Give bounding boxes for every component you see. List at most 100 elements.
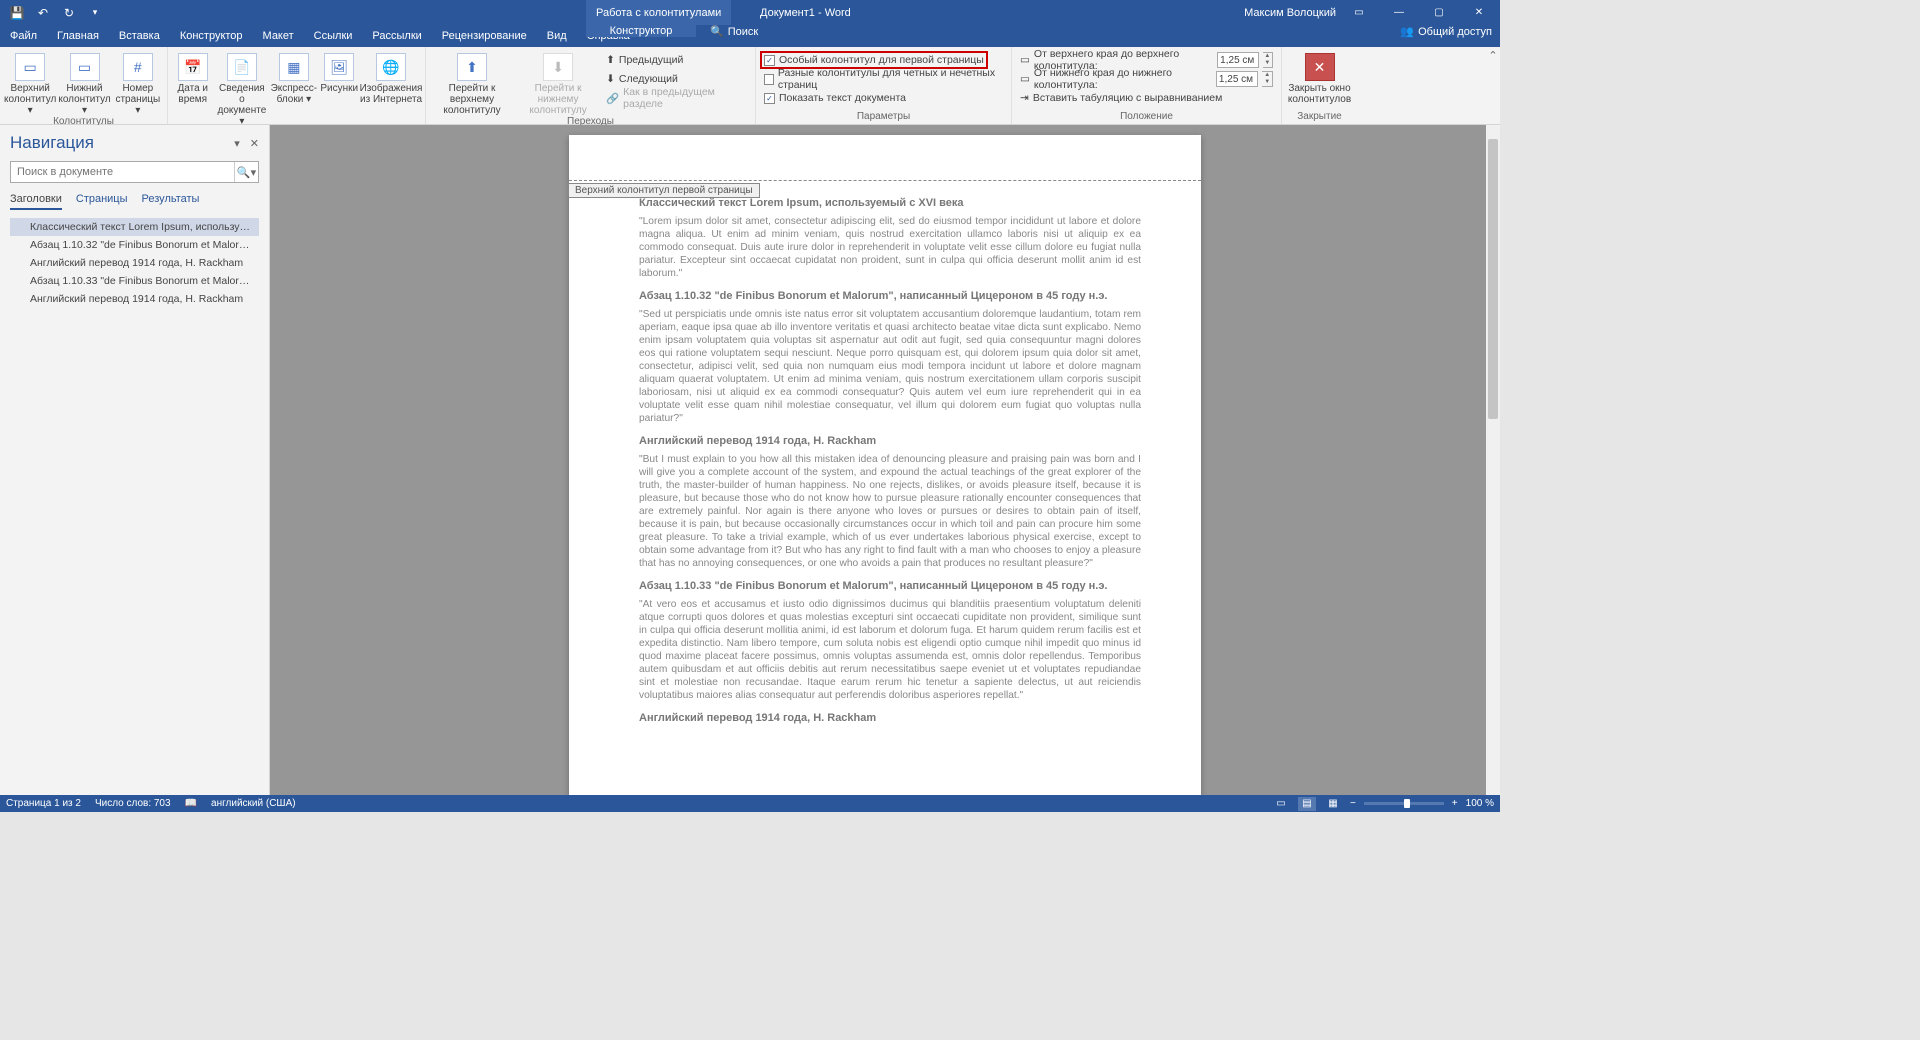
checkbox-icon: [764, 74, 774, 85]
close-icon[interactable]: ✕: [1462, 0, 1496, 25]
zoom-out-icon[interactable]: −: [1350, 798, 1356, 809]
qat-more-icon[interactable]: ▾: [84, 3, 106, 23]
status-page[interactable]: Страница 1 из 2: [6, 798, 81, 809]
tab-design[interactable]: Конструктор: [170, 25, 253, 47]
footer-from-bottom[interactable]: ▭От нижнего края до нижнего колонтитула:…: [1016, 70, 1277, 88]
nav-dropdown-icon[interactable]: ▾: [234, 137, 240, 150]
show-doc-checkbox[interactable]: Показать текст документа: [760, 89, 910, 107]
spinner[interactable]: ▲▼: [1262, 71, 1273, 87]
zoom-slider[interactable]: [1364, 802, 1444, 805]
nav-item[interactable]: Английский перевод 1914 года, H. Rackham: [10, 290, 259, 308]
search-icon: 🔍: [710, 25, 724, 38]
docinfo-button[interactable]: 📄Сведения о документе ▾: [215, 49, 268, 127]
page[interactable]: Верхний колонтитул первой страницы Класс…: [569, 135, 1201, 795]
window-title: Документ1 - Word: [760, 7, 851, 19]
prev-icon: ⬆: [606, 54, 615, 66]
heading: Английский перевод 1914 года, H. Rackham: [639, 712, 1141, 724]
tab-mailings[interactable]: Рассылки: [362, 25, 431, 47]
save-icon[interactable]: 💾: [6, 3, 28, 23]
spellcheck-icon[interactable]: 📖: [185, 798, 197, 809]
nav-item[interactable]: Абзац 1.10.33 "de Finibus Bonorum et Mal…: [10, 272, 259, 290]
paragraph: "Sed ut perspiciatis unde omnis iste nat…: [639, 308, 1141, 425]
group-label: Параметры: [760, 111, 1007, 124]
title-bar: 💾 ↶ ↻ ▾ Работа с колонтитулами Документ1…: [0, 0, 1500, 25]
context-tab-hf: Работа с колонтитулами: [586, 0, 732, 25]
nav-tab-results[interactable]: Результаты: [142, 193, 200, 210]
maximize-icon[interactable]: ▢: [1422, 0, 1456, 25]
datetime-button[interactable]: 📅Дата и время: [172, 49, 213, 105]
header-boundary: [569, 180, 1201, 181]
undo-icon[interactable]: ↶: [32, 3, 54, 23]
group-label: Закрытие: [1286, 111, 1353, 124]
odd-even-checkbox[interactable]: Разные колонтитулы для четных и нечетных…: [760, 70, 1007, 88]
next-icon: ⬇: [606, 73, 615, 85]
paragraph: "Lorem ipsum dolor sit amet, consectetur…: [639, 215, 1141, 280]
group-label: Положение: [1016, 111, 1277, 124]
search-icon[interactable]: 🔍▾: [234, 162, 258, 182]
redo-icon[interactable]: ↻: [58, 3, 80, 23]
checkbox-icon: [764, 93, 775, 104]
minimize-icon[interactable]: —: [1382, 0, 1416, 25]
nav-item[interactable]: Абзац 1.10.32 "de Finibus Bonorum et Mal…: [10, 236, 259, 254]
tab-icon: ⇥: [1020, 92, 1029, 104]
web-layout-icon[interactable]: ▦: [1324, 797, 1342, 811]
share-button[interactable]: 👥 Общий доступ: [1400, 25, 1492, 38]
nav-tab-pages[interactable]: Страницы: [76, 193, 128, 210]
pagenum-button[interactable]: #Номер страницы ▾: [113, 49, 163, 116]
nav-headings-list: Классический текст Lorem Ipsum, использу…: [10, 218, 259, 787]
heading: Классический текст Lorem Ipsum, использу…: [639, 197, 1141, 209]
link-previous-button: 🔗Как в предыдущем разделе: [602, 89, 751, 107]
status-words[interactable]: Число слов: 703: [95, 798, 171, 809]
quickparts-button[interactable]: ▦Экспресс- блоки ▾: [270, 49, 317, 105]
tab-references[interactable]: Ссылки: [304, 25, 363, 47]
vertical-scrollbar[interactable]: [1486, 125, 1500, 795]
document-area[interactable]: Верхний колонтитул первой страницы Класс…: [270, 125, 1500, 795]
scroll-thumb[interactable]: [1488, 139, 1498, 419]
goto-header-button[interactable]: ⬆Перейти к верхнему колонтитулу: [430, 49, 514, 116]
nav-search[interactable]: 🔍▾: [10, 161, 259, 183]
tab-home[interactable]: Главная: [47, 25, 109, 47]
nav-item[interactable]: Английский перевод 1914 года, H. Rackham: [10, 254, 259, 272]
nav-item[interactable]: Классический текст Lorem Ipsum, использу…: [10, 218, 259, 236]
share-icon: 👥: [1400, 25, 1414, 38]
zoom-level[interactable]: 100 %: [1466, 798, 1494, 809]
pictures-button[interactable]: 🖼Рисунки: [319, 49, 359, 94]
header-label: Верхний колонтитул первой страницы: [568, 183, 760, 198]
read-mode-icon[interactable]: ▭: [1272, 797, 1290, 811]
heading: Абзац 1.10.33 "de Finibus Bonorum et Mal…: [639, 580, 1141, 592]
search-tab[interactable]: 🔍 Поиск: [710, 25, 758, 38]
nav-search-input[interactable]: [11, 162, 234, 182]
header-button[interactable]: ▭Верхний колонтитул ▾: [4, 49, 56, 116]
paragraph: "At vero eos et accusamus et iusto odio …: [639, 598, 1141, 702]
pos-icon: ▭: [1020, 54, 1030, 66]
tab-file[interactable]: Файл: [0, 25, 47, 47]
user-name: Максим Волоцкий: [1244, 7, 1336, 19]
collapse-ribbon-icon[interactable]: ⌃: [1486, 47, 1500, 124]
insert-tab-button[interactable]: ⇥Вставить табуляцию с выравниванием: [1016, 89, 1226, 107]
status-lang[interactable]: английский (США): [211, 798, 296, 809]
zoom-in-icon[interactable]: +: [1452, 798, 1458, 809]
tab-hf-design[interactable]: Конструктор: [586, 25, 696, 37]
tab-layout[interactable]: Макет: [253, 25, 304, 47]
close-hf-button[interactable]: ✕Закрыть окно колонтитулов: [1286, 49, 1353, 105]
previous-button[interactable]: ⬆Предыдущий: [602, 51, 751, 69]
ribbon-tabs: Файл Главная Вставка Конструктор Макет С…: [0, 25, 1500, 47]
nav-tab-headings[interactable]: Заголовки: [10, 193, 62, 210]
footer-bottom-input[interactable]: 1,25 см: [1216, 71, 1259, 87]
spinner[interactable]: ▲▼: [1263, 52, 1273, 68]
online-pictures-button[interactable]: 🌐Изображения из Интернета: [361, 49, 421, 105]
goto-footer-button: ⬇Перейти к нижнему колонтитулу: [516, 49, 600, 116]
tab-view[interactable]: Вид: [537, 25, 577, 47]
ribbon-options-icon[interactable]: ▭: [1342, 0, 1376, 25]
tab-review[interactable]: Рецензирование: [432, 25, 537, 47]
print-layout-icon[interactable]: ▤: [1298, 797, 1316, 811]
status-bar: Страница 1 из 2 Число слов: 703 📖 англий…: [0, 795, 1500, 812]
header-top-input[interactable]: 1,25 см: [1217, 52, 1259, 68]
heading: Английский перевод 1914 года, H. Rackham: [639, 435, 1141, 447]
navigation-pane: Навигация ▾ ✕ 🔍▾ Заголовки Страницы Резу…: [0, 125, 270, 795]
paragraph: "But I must explain to you how all this …: [639, 453, 1141, 570]
footer-button[interactable]: ▭Нижний колонтитул ▾: [58, 49, 110, 116]
ribbon: ▭Верхний колонтитул ▾ ▭Нижний колонтитул…: [0, 47, 1500, 125]
nav-close-icon[interactable]: ✕: [250, 137, 259, 150]
tab-insert[interactable]: Вставка: [109, 25, 170, 47]
